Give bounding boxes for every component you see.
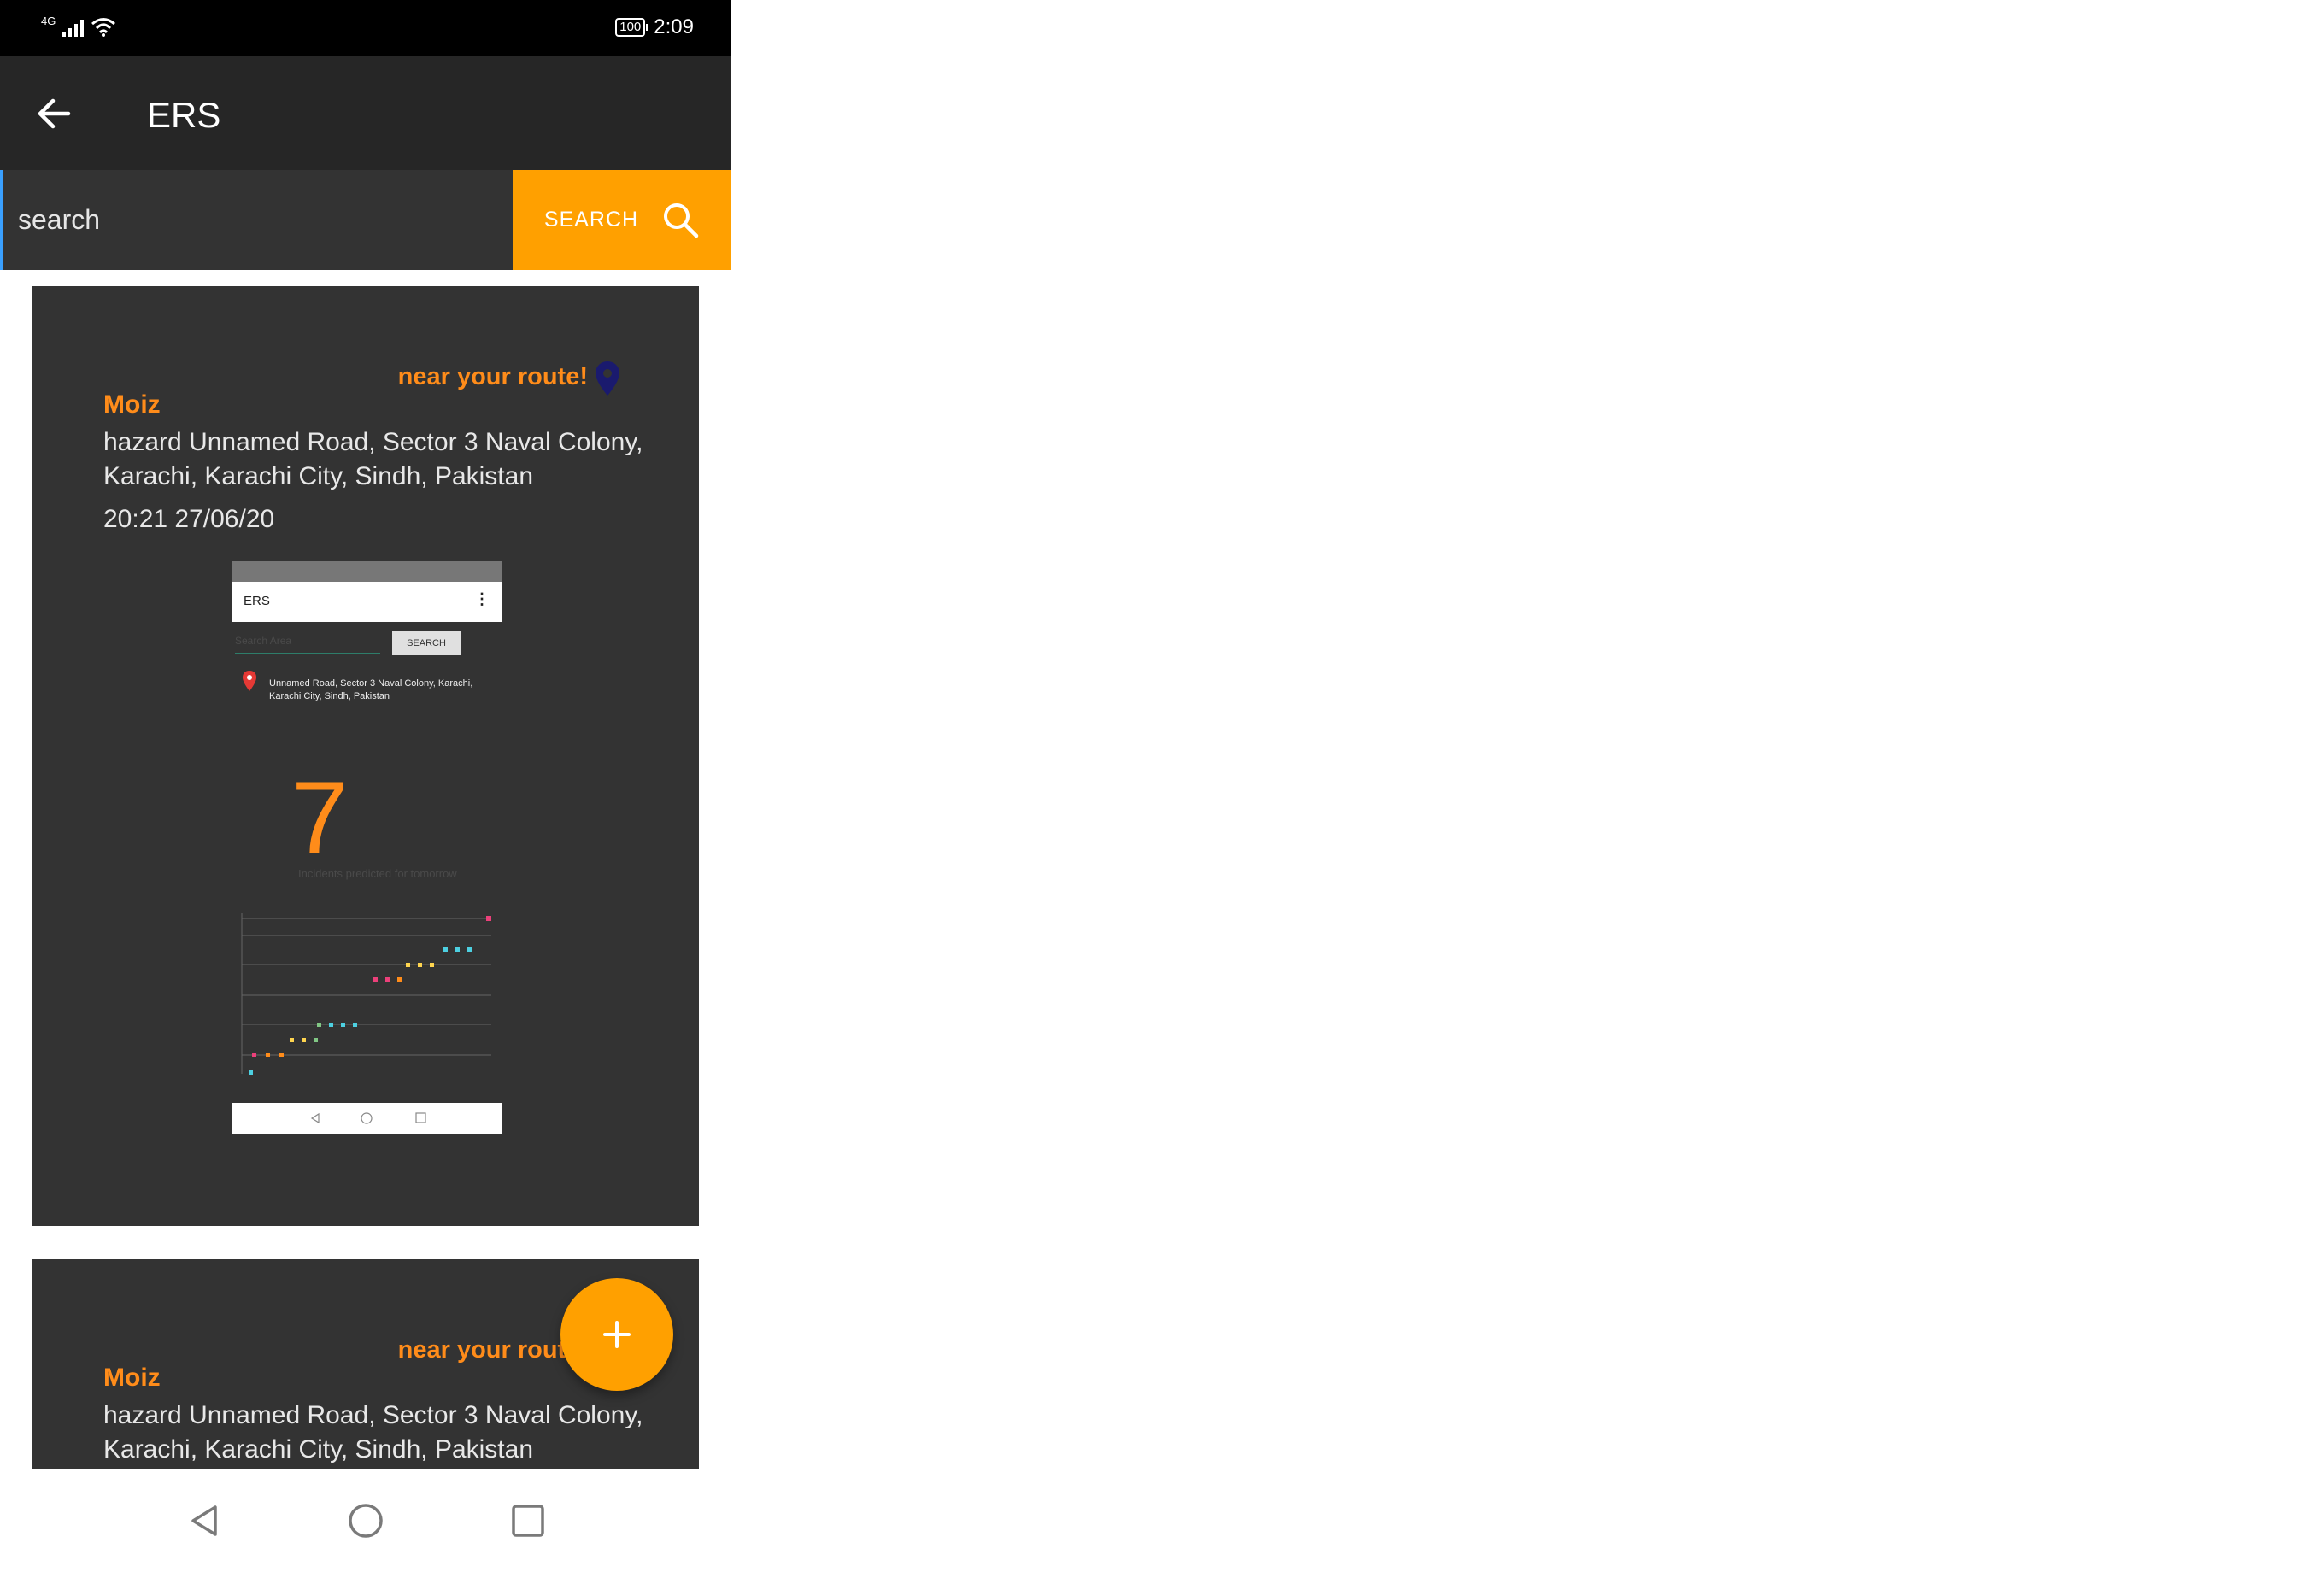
screenshot-incident-count: 7	[291, 760, 349, 875]
nav-back-icon	[191, 1505, 217, 1536]
network-type: 4G	[41, 14, 56, 27]
report-timestamp: 20:21 27/06/20	[103, 505, 275, 533]
screenshot-search-field: Search Area	[235, 635, 380, 654]
report-screenshot[interactable]: ERS ⋮ Search Area SEARCH Unnamed Road, S…	[232, 561, 502, 1134]
screenshot-navbar	[232, 1103, 502, 1134]
plus-icon	[603, 1321, 631, 1348]
nav-recents-button[interactable]	[502, 1495, 554, 1546]
search-button[interactable]: SEARCH	[513, 170, 731, 270]
screenshot-address: Unnamed Road, Sector 3 Naval Colony, Kar…	[269, 678, 473, 701]
status-bar: 4G 100 2:09	[0, 0, 731, 56]
screenshot-search-button: SEARCH	[392, 631, 461, 655]
hazard-description: hazard Unnamed Road, Sector 3 Naval Colo…	[103, 1401, 643, 1463]
search-button-label: SEARCH	[543, 208, 639, 232]
search-icon	[664, 202, 699, 238]
search-bar: SEARCH	[0, 170, 731, 270]
proximity-label: near your route!	[397, 1336, 588, 1364]
nav-back-button[interactable]	[178, 1495, 229, 1546]
screenshot-appbar: ERS ⋮	[232, 582, 502, 622]
screenshot-timeline-chart	[241, 913, 491, 1075]
add-report-button[interactable]	[560, 1278, 673, 1391]
search-input[interactable]	[0, 170, 513, 270]
screenshot-title: ERS	[244, 594, 270, 608]
app-toolbar: ERS	[0, 56, 731, 170]
hazard-description: hazard Unnamed Road, Sector 3 Naval Colo…	[103, 428, 643, 490]
clock: 2:09	[654, 15, 694, 38]
reporter-name: Moiz	[103, 390, 161, 419]
back-button[interactable]	[31, 90, 79, 138]
status-icons: 4G	[41, 12, 116, 43]
nav-recents-icon	[512, 1505, 544, 1537]
screenshot-status-bar	[232, 561, 502, 582]
proximity-label: near your route!	[397, 363, 588, 390]
phone-screen: 4G 100 2:09 ERS SEARCH	[0, 0, 731, 1572]
reporter-name: Moiz	[103, 1364, 161, 1392]
location-pin-icon	[596, 361, 619, 396]
nav-home-button[interactable]	[340, 1495, 391, 1546]
battery-icon: 100	[615, 18, 649, 37]
screenshot-nav-icons	[310, 1112, 426, 1124]
screenshot-caption: Incidents predicted for tomorrow	[298, 867, 457, 880]
screenshot-pin-icon	[243, 671, 256, 691]
more-vert-icon: ⋮	[474, 590, 490, 607]
system-nav-bar	[0, 1469, 731, 1572]
wifi-icon	[91, 18, 116, 37]
page-title: ERS	[147, 95, 221, 135]
signal-icon	[62, 18, 85, 37]
report-card[interactable]: near your route! Moiz hazard Unnamed Roa…	[32, 286, 699, 1226]
nav-home-icon	[349, 1504, 383, 1538]
status-right: 100 2:09	[615, 12, 694, 43]
back-arrow-icon	[38, 98, 71, 129]
